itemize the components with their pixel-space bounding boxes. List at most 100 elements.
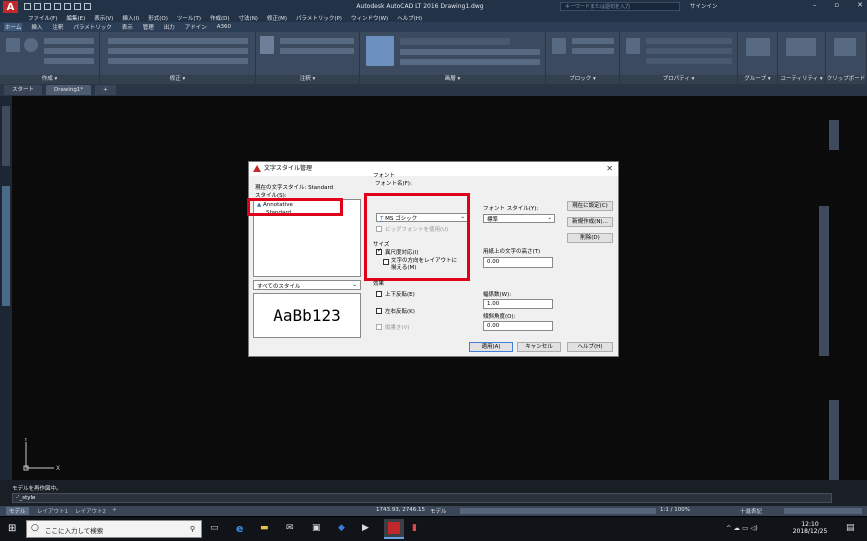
menu-draw[interactable]: 作成(D): [210, 14, 230, 22]
panel-block-label[interactable]: ブロック ▾: [546, 75, 619, 84]
status-toggle-icons[interactable]: [460, 508, 656, 514]
tab-parametric[interactable]: パラメトリック: [72, 23, 112, 31]
panel-groups-label[interactable]: グループ ▾: [738, 75, 777, 84]
menu-dimension[interactable]: 寸法(N): [239, 14, 258, 22]
linetype-dropdown[interactable]: [646, 48, 732, 54]
help-button[interactable]: ヘルプ(H): [567, 342, 613, 352]
status-right-icons[interactable]: [784, 508, 862, 514]
layer-tools-2-icon[interactable]: [400, 59, 540, 65]
line-icon[interactable]: [6, 38, 20, 52]
style-filter-dropdown[interactable]: すべてのスタイル ⌄: [253, 280, 361, 290]
oblique-input[interactable]: 0.00: [483, 321, 553, 331]
draw-tools-2-icon[interactable]: [44, 48, 94, 54]
task-view-icon[interactable]: ▭: [210, 523, 219, 533]
paste-icon[interactable]: [834, 38, 856, 56]
store-icon[interactable]: ▣: [312, 523, 321, 533]
layer-dropdown[interactable]: [400, 38, 510, 45]
doc-tab-drawing1[interactable]: Drawing1*: [46, 85, 92, 95]
menu-file[interactable]: ファイル(F): [28, 14, 57, 22]
taskbar-clock[interactable]: 12:10 2018/12/25: [790, 521, 830, 535]
palette-strip-2-icon[interactable]: [2, 186, 10, 306]
circle-icon[interactable]: [24, 38, 38, 52]
tab-manage[interactable]: 管理: [142, 23, 155, 31]
tab-layout2[interactable]: レイアウト2: [72, 507, 109, 515]
menu-parametric[interactable]: パラメトリック(P): [296, 14, 342, 22]
modify-tools-3-icon[interactable]: [108, 58, 248, 64]
signin-link[interactable]: サインイン: [690, 2, 718, 10]
windows-start-icon[interactable]: ⊞: [8, 523, 16, 534]
taskbar-search-input[interactable]: ○ ここに入力して検索 ⚲: [26, 520, 202, 538]
properties-palette-handle[interactable]: [819, 206, 829, 356]
menu-insert[interactable]: 挿入(I): [122, 14, 139, 22]
tab-layout1[interactable]: レイアウト1: [34, 507, 71, 515]
modify-tools-2-icon[interactable]: [108, 48, 248, 54]
menu-tools[interactable]: ツール(T): [177, 14, 201, 22]
lineweight-dropdown[interactable]: [646, 58, 732, 64]
width-factor-input[interactable]: 1.00: [483, 299, 553, 309]
add-layout-button[interactable]: +: [112, 507, 117, 513]
draw-tools-3-icon[interactable]: [44, 58, 94, 64]
tab-insert[interactable]: 挿入: [30, 23, 43, 31]
redo-icon[interactable]: [84, 3, 91, 10]
autocad-taskbar-button[interactable]: [384, 519, 404, 539]
cancel-button[interactable]: キャンセル: [517, 342, 561, 352]
properties-palette-tab[interactable]: [829, 400, 839, 480]
tab-model[interactable]: モデル: [6, 507, 29, 515]
panel-modify-label[interactable]: 修正 ▾: [100, 75, 255, 84]
menu-window[interactable]: ウィンドウ(W): [351, 14, 388, 22]
match-properties-icon[interactable]: [626, 38, 640, 54]
mail-icon[interactable]: ✉: [286, 523, 294, 533]
menu-view[interactable]: 表示(V): [94, 14, 113, 22]
insert-block-icon[interactable]: [552, 38, 566, 54]
model-space-button[interactable]: モデル: [430, 507, 447, 515]
pinned-app-icon[interactable]: ▮: [412, 523, 417, 533]
menu-help[interactable]: ヘルプ(H): [397, 14, 422, 22]
block-tools-icon[interactable]: [572, 38, 614, 44]
search-input[interactable]: キーワードまたは語句を入力: [560, 2, 680, 11]
command-input[interactable]: -'_style: [12, 493, 832, 503]
save-icon[interactable]: [44, 3, 51, 10]
tab-view[interactable]: 表示: [121, 23, 134, 31]
upside-down-checkbox[interactable]: [376, 291, 382, 297]
minimize-icon[interactable]: –: [813, 1, 817, 9]
color-dropdown[interactable]: [646, 38, 732, 44]
notification-icon[interactable]: ▤: [846, 523, 855, 533]
menu-modify[interactable]: 修正(M): [267, 14, 287, 22]
new-icon[interactable]: [24, 3, 31, 10]
delete-style-button[interactable]: 削除(D): [567, 233, 613, 243]
open-icon[interactable]: [34, 3, 41, 10]
edge-icon[interactable]: e: [236, 522, 243, 535]
annotate-tools-2-icon[interactable]: [280, 48, 354, 54]
block-tools-2-icon[interactable]: [572, 48, 614, 54]
tab-a360[interactable]: A360: [216, 24, 232, 30]
undo-icon[interactable]: [74, 3, 81, 10]
dialog-close-icon[interactable]: ✕: [606, 162, 613, 176]
saveas-icon[interactable]: [54, 3, 61, 10]
tab-home[interactable]: ホーム: [4, 23, 23, 31]
panel-clipboard-label[interactable]: クリップボード: [826, 75, 866, 84]
new-style-button[interactable]: 新規作成(N)...: [567, 217, 613, 227]
set-current-button[interactable]: 現在に設定(C): [567, 201, 613, 211]
text-icon[interactable]: [260, 36, 274, 54]
panel-annotate-label[interactable]: 注釈 ▾: [256, 75, 359, 84]
close-icon[interactable]: ✕: [857, 1, 863, 9]
explorer-icon[interactable]: ▬: [260, 523, 269, 533]
layer-properties-icon[interactable]: [366, 36, 394, 66]
panel-draw-label[interactable]: 作成 ▾: [0, 75, 99, 84]
group-icon[interactable]: [746, 38, 770, 56]
panel-utilities-label[interactable]: ユーティリティ ▾: [778, 75, 825, 84]
draw-tools-icon[interactable]: [44, 38, 94, 44]
system-tray-icons[interactable]: ^ ☁ ▭ ◁): [726, 524, 758, 532]
panel-layers-label[interactable]: 画層 ▾: [360, 75, 545, 84]
palette-close-icon[interactable]: [829, 120, 839, 150]
menu-edit[interactable]: 編集(E): [66, 14, 85, 22]
apply-button[interactable]: 適用(A): [469, 342, 513, 352]
annotate-tools-icon[interactable]: [280, 38, 354, 44]
tab-annotate[interactable]: 注釈: [51, 23, 64, 31]
modify-tools-icon[interactable]: [108, 38, 248, 44]
print-icon[interactable]: [64, 3, 71, 10]
annotation-scale[interactable]: 1:1 / 100%: [660, 507, 690, 513]
new-tab-button[interactable]: +: [95, 85, 116, 95]
measure-icon[interactable]: [786, 38, 816, 56]
paper-height-input[interactable]: 0.00: [483, 257, 553, 268]
